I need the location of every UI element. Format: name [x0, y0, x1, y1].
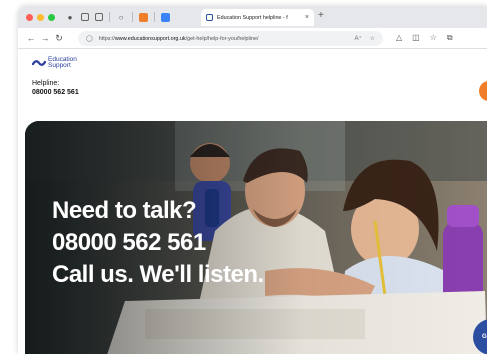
hero-line-3: Call us. We'll listen. — [52, 261, 264, 288]
site-info-icon[interactable]: ◯ — [86, 35, 93, 42]
back-icon[interactable]: ← — [24, 33, 38, 43]
browser-toolbar: ← → ↻ ◯ https://www.educationsupport.org… — [18, 28, 487, 49]
hero-phone-number[interactable]: 08000 562 561 — [52, 227, 264, 259]
get-help-button-label: Ge — [482, 334, 487, 340]
split-screen-icon[interactable]: ◫ — [412, 33, 420, 43]
favorite-star-icon[interactable]: ☆ — [370, 35, 375, 42]
close-window-button[interactable] — [26, 13, 33, 21]
tab-separator — [109, 12, 110, 22]
favorites-icon[interactable]: ☆ — [430, 33, 437, 43]
browser-window: ● ○ Education Support helpline - f × + ←… — [18, 6, 487, 354]
collections-icon[interactable]: ⧉ — [447, 33, 453, 43]
url-domain: www.educationsupport.org.uk — [114, 35, 186, 42]
hero-line-1: Need to talk? — [52, 197, 197, 224]
hero-banner: Need to talk? 08000 562 561 Call us. We'… — [25, 121, 487, 354]
minimize-window-button[interactable] — [37, 13, 44, 21]
pinned-tab-orange-icon[interactable] — [139, 12, 148, 22]
url-text: https://www.educationsupport.org.uk/get-… — [99, 36, 259, 42]
address-bar[interactable]: ◯ https://www.educationsupport.org.uk/ge… — [78, 31, 383, 46]
hero-headline: Need to talk? 08000 562 561 Call us. We'… — [52, 195, 264, 291]
pinned-tab-blue-icon[interactable] — [161, 12, 170, 22]
address-bar-actions: A⁺ ☆ — [354, 35, 375, 42]
window-controls — [26, 13, 55, 21]
header-helpline: Helpline: 08000 562 561 — [32, 79, 79, 97]
profile-icon[interactable]: ● — [65, 12, 75, 22]
extension-icon[interactable]: △ — [396, 33, 402, 43]
education-support-logo[interactable]: Education Support — [32, 56, 77, 69]
pinned-tab-icon[interactable]: ○ — [116, 12, 126, 22]
header-action-button[interactable] — [479, 81, 487, 101]
tab-close-icon[interactable]: × — [305, 14, 309, 21]
helpline-label: Helpline: — [32, 80, 60, 87]
forward-icon[interactable]: → — [38, 33, 52, 43]
web-page: Education Support Helpline: 08000 562 56… — [18, 49, 487, 354]
tab-separator — [132, 12, 133, 22]
maximize-window-button[interactable] — [48, 13, 55, 21]
tab-separator — [154, 12, 155, 22]
logo-wave-icon — [32, 60, 46, 66]
tab-bar: ● ○ Education Support helpline - f × + — [18, 6, 487, 28]
sidebar-icon[interactable] — [95, 13, 103, 21]
tab-overview-icon[interactable] — [81, 13, 89, 21]
helpline-number[interactable]: 08000 562 561 — [32, 88, 79, 97]
logo-line-2: Support — [48, 62, 71, 69]
tab-title: Education Support helpline - f — [217, 14, 288, 21]
reload-icon[interactable]: ↻ — [52, 33, 66, 44]
url-prefix: https:// — [98, 35, 115, 42]
url-path: /get-help/help-for-you/helpline/ — [185, 35, 259, 42]
tab-active[interactable]: Education Support helpline - f × — [201, 9, 314, 26]
site-favicon-icon — [206, 14, 213, 21]
read-aloud-icon[interactable]: A⁺ — [354, 35, 361, 42]
tab-bar-tools: ● ○ — [65, 12, 170, 22]
logo-wordmark: Education Support — [48, 56, 77, 69]
browser-tools: △ ◫ ☆ ⧉ — [396, 33, 453, 43]
new-tab-button[interactable]: + — [318, 10, 324, 21]
